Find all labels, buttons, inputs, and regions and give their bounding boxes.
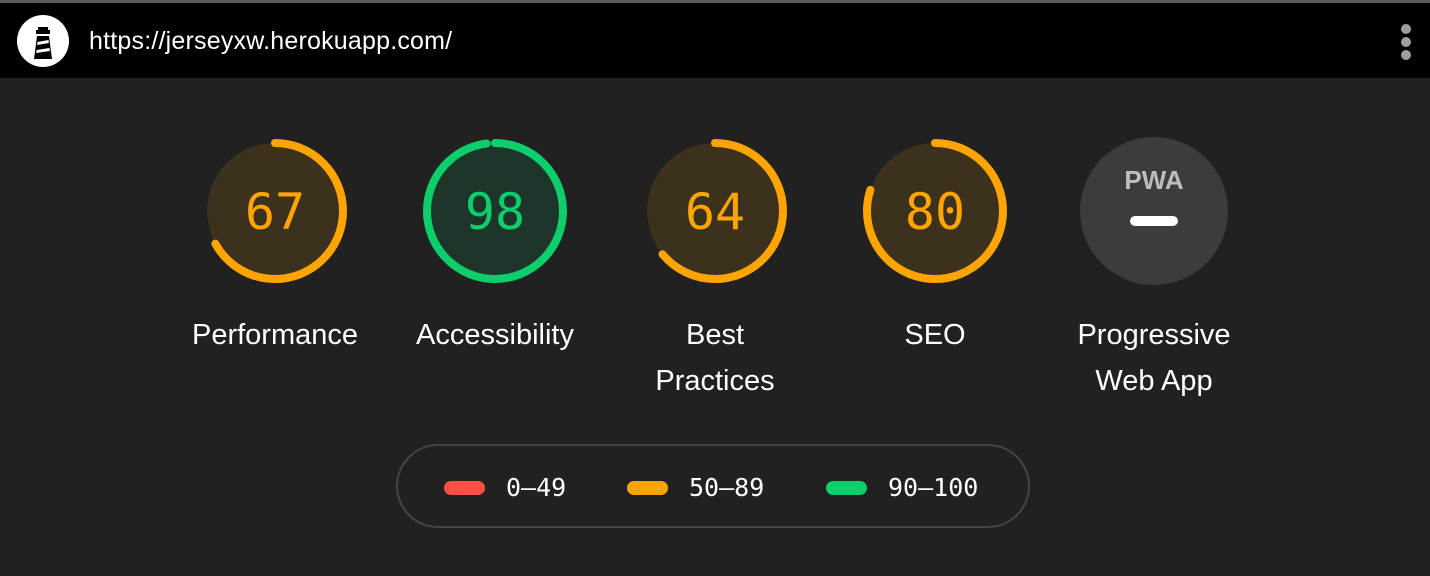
score-legend: 0–49 50–89 90–100 [396, 444, 1030, 528]
gauge-performance[interactable]: 67 Performance [180, 137, 370, 407]
gauge-score: 67 [244, 183, 306, 241]
legend-swatch [444, 481, 485, 495]
gauge-pwa[interactable]: PWA Progressive Web App [1059, 137, 1249, 407]
vertical-dots-icon[interactable] [1396, 22, 1416, 62]
gauge-label: Progressive Web App [1077, 319, 1231, 397]
not-applicable-dash [1130, 216, 1178, 226]
pwa-badge: PWA [1080, 137, 1228, 285]
gauge-label: SEO [904, 319, 966, 351]
legend-range: 90–100 [888, 473, 979, 502]
gauge-score: 80 [904, 183, 966, 241]
report-topbar: https://jerseyxw.herokuapp.com/ [0, 3, 1430, 78]
gauge-background [1080, 137, 1228, 285]
legend-swatch [627, 481, 668, 495]
legend-range: 0–49 [506, 473, 567, 502]
gauge-label: Performance [191, 319, 358, 351]
legend-swatch [826, 481, 867, 495]
page-url: https://jerseyxw.herokuapp.com/ [89, 27, 453, 55]
lighthouse-icon [17, 15, 69, 67]
gauge-best-practices[interactable]: 64 Best Practices [620, 137, 810, 407]
legend-range: 50–89 [689, 473, 765, 502]
gauge-label: Accessibility [416, 319, 574, 351]
gauge-label: Best Practices [655, 319, 775, 397]
gauge-score: 64 [684, 183, 746, 241]
gauge-accessibility[interactable]: 98 Accessibility [400, 137, 590, 407]
pwa-logo-text: PWA [1124, 165, 1183, 195]
gauge-score: 98 [464, 183, 526, 241]
gauge-seo[interactable]: 80 SEO [840, 137, 1030, 407]
